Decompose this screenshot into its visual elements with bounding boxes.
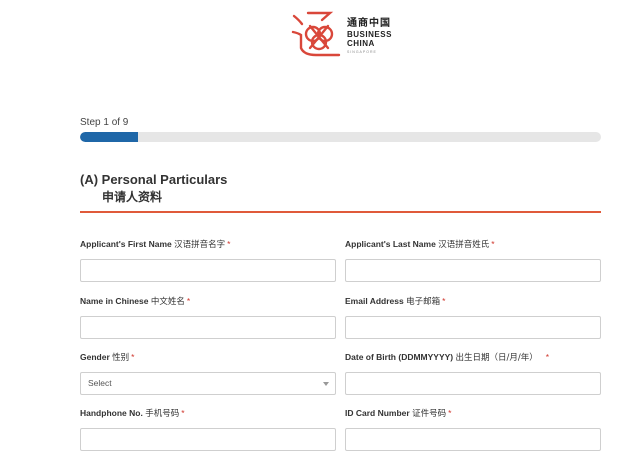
chevron-down-icon [323, 382, 329, 386]
chinese-name-label-cn: 中文姓名 [150, 297, 185, 307]
gender-select-value: Select [88, 378, 112, 388]
last-name-input[interactable] [345, 259, 601, 282]
logo-mark-icon [291, 11, 341, 57]
required-marker: * [491, 239, 495, 249]
first-name-field: Applicant's First Name 汉语拼音名字 * [80, 238, 336, 282]
progress-bar-fill [80, 132, 138, 142]
logo-name-cn: 通商中国 [347, 18, 391, 29]
last-name-label-cn: 汉语拼音姓氏 [438, 240, 490, 250]
required-marker: * [186, 296, 191, 306]
dob-field: Date of Birth (DDMMYYYY) 出生日期（日/月/年） * [345, 351, 601, 395]
chinese-name-label-en: Name in Chinese [80, 296, 149, 306]
handphone-field: Handphone No. 手机号码 * [80, 407, 336, 451]
dob-label: Date of Birth (DDMMYYYY) 出生日期（日/月/年） * [345, 351, 601, 363]
gender-label: Gender 性别 * [80, 351, 336, 363]
gender-label-en: Gender [80, 352, 110, 362]
required-marker: * [181, 408, 185, 418]
dob-input[interactable] [345, 372, 601, 395]
section-title: (A) Personal Particulars [80, 172, 228, 187]
handphone-label: Handphone No. 手机号码 * [80, 407, 336, 419]
required-marker: * [442, 296, 446, 306]
id-card-label: ID Card Number 证件号码 * [345, 407, 601, 419]
email-input[interactable] [345, 316, 601, 339]
required-marker: * [448, 408, 452, 418]
section-title-cn: 申请人资料 [102, 190, 163, 204]
handphone-label-en: Handphone No. [80, 408, 143, 418]
last-name-label-en: Applicant's Last Name [345, 239, 436, 249]
first-name-label: Applicant's First Name 汉语拼音名字 * [80, 238, 336, 250]
logo-name-en-2: CHINA [347, 39, 375, 48]
chinese-name-field: Name in Chinese 中文姓名 * [80, 295, 336, 339]
section-divider [80, 211, 601, 213]
logo-wordmark: 通商中国 BUSINESS CHINA SINGAPORE [347, 18, 392, 54]
dob-label-cn: 出生日期（日/月/年） [455, 353, 538, 363]
progress-bar [80, 132, 601, 142]
required-marker: * [227, 239, 231, 249]
step-indicator: Step 1 of 9 [80, 117, 129, 128]
gender-label-cn: 性别 [112, 353, 130, 363]
chinese-name-input[interactable] [80, 316, 336, 339]
dob-label-en: Date of Birth (DDMMYYYY) [345, 352, 454, 362]
email-field: Email Address 电子邮箱 * [345, 295, 601, 339]
first-name-label-cn: 汉语拼音名字 [174, 240, 226, 250]
logo-tagline: SINGAPORE [347, 50, 377, 54]
email-label-cn: 电子邮箱 [406, 297, 441, 307]
handphone-input[interactable] [80, 428, 336, 451]
id-card-field: ID Card Number 证件号码 * [345, 407, 601, 451]
id-card-label-cn: 证件号码 [412, 409, 447, 419]
first-name-input[interactable] [80, 259, 336, 282]
email-label: Email Address 电子邮箱 * [345, 295, 601, 307]
first-name-label-en: Applicant's First Name [80, 239, 172, 249]
id-card-input[interactable] [345, 428, 601, 451]
last-name-label: Applicant's Last Name 汉语拼音姓氏 * [345, 238, 601, 250]
required-marker: * [131, 352, 135, 362]
last-name-field: Applicant's Last Name 汉语拼音姓氏 * [345, 238, 601, 282]
id-card-label-en: ID Card Number [345, 408, 410, 418]
required-marker: * [545, 352, 550, 362]
chinese-name-label: Name in Chinese 中文姓名 * [80, 295, 336, 307]
handphone-label-cn: 手机号码 [145, 409, 180, 419]
gender-select[interactable]: Select [80, 372, 336, 395]
logo-name-en-1: BUSINESS [347, 30, 392, 39]
business-china-logo: 通商中国 BUSINESS CHINA SINGAPORE [290, 8, 410, 60]
gender-field: Gender 性别 * Select [80, 351, 336, 395]
email-label-en: Email Address [345, 296, 404, 306]
